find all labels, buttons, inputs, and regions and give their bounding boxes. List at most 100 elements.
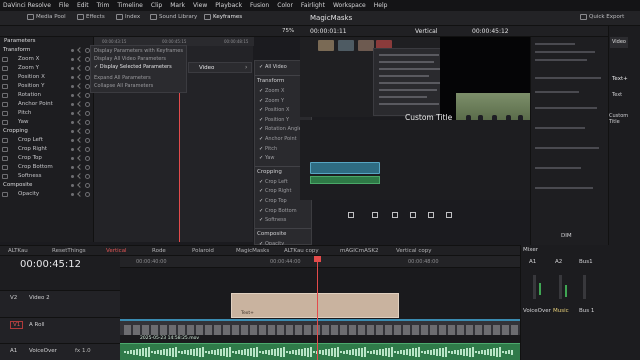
curve-toggle-icon[interactable] (2, 174, 8, 179)
timeline-tab[interactable]: ALTKau copy (284, 248, 319, 254)
menu-clip[interactable]: Clip (151, 2, 162, 9)
fx-menu-item[interactable] (379, 54, 439, 56)
timeline-tab[interactable]: Rode (152, 248, 166, 254)
curve-toggle-icon[interactable] (2, 84, 8, 89)
chevron-icon[interactable] (77, 182, 83, 188)
keyframe-dot-icon[interactable] (71, 130, 74, 133)
checklist-item[interactable]: ✓ Position Y (259, 117, 289, 123)
curve-toggle-icon[interactable] (2, 147, 8, 152)
keyframe-dot-icon[interactable] (71, 148, 74, 151)
keyframe-dot-icon[interactable] (71, 121, 74, 124)
timeline-tab[interactable]: ALTKau (8, 248, 28, 254)
checklist-item[interactable]: ✓ Crop Top (259, 198, 287, 204)
zoom-level[interactable]: 75% (282, 28, 294, 34)
inspector-row[interactable] (535, 187, 593, 189)
chevron-icon[interactable] (77, 47, 83, 53)
track-header-a1[interactable]: A1 VoiceOver fx 1.0 (0, 343, 120, 360)
chevron-icon[interactable] (77, 92, 83, 98)
reset-icon[interactable] (85, 120, 90, 125)
parameter-row[interactable]: Crop Bottom (0, 163, 93, 172)
chevron-icon[interactable] (77, 164, 83, 170)
menu-mark[interactable]: Mark (170, 2, 185, 9)
parameter-row[interactable]: Transform (0, 46, 93, 55)
inspector-row[interactable] (535, 59, 587, 61)
reset-icon[interactable] (85, 138, 90, 143)
menu-trim[interactable]: Trim (97, 2, 110, 9)
chevron-icon[interactable] (77, 119, 83, 125)
checklist-item[interactable]: ✓ Zoom Y (259, 98, 284, 104)
checklist-item[interactable]: ✓ Anchor Point (259, 136, 297, 142)
parameter-row[interactable]: Position X (0, 73, 93, 82)
effects-button[interactable]: Effects (77, 14, 105, 20)
menu-timeline[interactable]: Timeline (117, 2, 143, 9)
menu-playback[interactable]: Playback (215, 2, 242, 9)
parameter-row[interactable]: Zoom Y (0, 64, 93, 73)
keyframe-dot-icon[interactable] (71, 67, 74, 70)
parameter-row[interactable]: Anchor Point (0, 100, 93, 109)
keyframe-dot-icon[interactable] (71, 175, 74, 178)
checklist-item[interactable]: ✓ Pitch (259, 146, 277, 152)
reset-icon[interactable] (85, 174, 90, 179)
menu-color[interactable]: Color (277, 2, 293, 9)
keyframe-dot-icon[interactable] (71, 49, 74, 52)
menu-edit[interactable]: Edit (77, 2, 89, 9)
sound-library-button[interactable]: Sound Library (150, 14, 197, 20)
checklist-item[interactable]: ✓ Rotation Angle (259, 126, 302, 132)
parameter-row[interactable]: Yaw (0, 118, 93, 127)
curve-toggle-icon[interactable] (2, 66, 8, 71)
parameter-row[interactable]: Opacity (0, 190, 93, 199)
curve-toggle-icon[interactable] (2, 75, 8, 80)
keyframe-dot-icon[interactable] (71, 58, 74, 61)
timeline-tab[interactable]: Vertical (106, 248, 127, 254)
inspector-row[interactable] (535, 77, 601, 79)
chevron-icon[interactable] (77, 191, 83, 197)
audio-clip-voiceover[interactable] (120, 343, 520, 360)
timeline-tab[interactable]: Vertical copy (396, 248, 431, 254)
chevron-icon[interactable] (77, 137, 83, 143)
fader-a1[interactable] (533, 275, 536, 299)
dim-button[interactable]: DIM (561, 233, 572, 239)
parameter-row[interactable]: Rotation (0, 91, 93, 100)
chevron-icon[interactable] (77, 56, 83, 62)
fx-menu-item[interactable] (379, 61, 434, 63)
parameter-row[interactable]: Softness (0, 172, 93, 181)
keyframes-button[interactable]: Keyframes (204, 14, 242, 20)
keyframe-dot-icon[interactable] (71, 157, 74, 160)
jump-end-icon[interactable] (428, 212, 434, 218)
menu-item-expand-all[interactable]: Expand All Parameters (94, 75, 151, 81)
reset-icon[interactable] (85, 93, 90, 98)
keyframe-dot-icon[interactable] (71, 85, 74, 88)
menu-help[interactable]: Help (374, 2, 388, 9)
chevron-icon[interactable] (77, 146, 83, 152)
media-pool-button[interactable]: Media Pool (27, 14, 66, 20)
loop-icon[interactable] (446, 212, 452, 218)
chevron-icon[interactable] (77, 83, 83, 89)
curve-toggle-icon[interactable] (2, 156, 8, 161)
submenu-video[interactable]: Video › (188, 62, 252, 73)
reset-icon[interactable] (85, 156, 90, 161)
checklist-all-video[interactable]: ✓ All Video (259, 64, 287, 70)
reset-icon[interactable] (85, 102, 90, 107)
menu-fairlight[interactable]: Fairlight (301, 2, 325, 9)
playhead-handle[interactable] (314, 256, 321, 262)
curve-toggle-icon[interactable] (2, 102, 8, 107)
inspector-row[interactable] (535, 167, 581, 169)
index-button[interactable]: Index (116, 14, 140, 20)
curve-toggle-icon[interactable] (2, 192, 8, 197)
timeline-playhead[interactable] (317, 256, 318, 360)
keyframe-dot-icon[interactable] (71, 112, 74, 115)
track-header-v2[interactable]: V2 Video 2 (0, 290, 120, 317)
timeline-tab[interactable]: ResetThings (52, 248, 86, 254)
keyframe-dot-icon[interactable] (71, 139, 74, 142)
inspector-row[interactable] (535, 127, 585, 129)
curve-toggle-icon[interactable] (2, 138, 8, 143)
fx-menu-item[interactable] (379, 75, 429, 77)
menu-file[interactable]: File (59, 2, 69, 9)
fx-menu-item[interactable] (379, 89, 437, 91)
quick-export-button[interactable]: Quick Export (580, 14, 624, 20)
curve-toggle-icon[interactable] (2, 165, 8, 170)
media-thumbnail[interactable] (358, 40, 374, 51)
video-clip-a-roll[interactable] (120, 319, 520, 335)
curve-toggle-icon[interactable] (2, 57, 8, 62)
reset-icon[interactable] (85, 111, 90, 116)
